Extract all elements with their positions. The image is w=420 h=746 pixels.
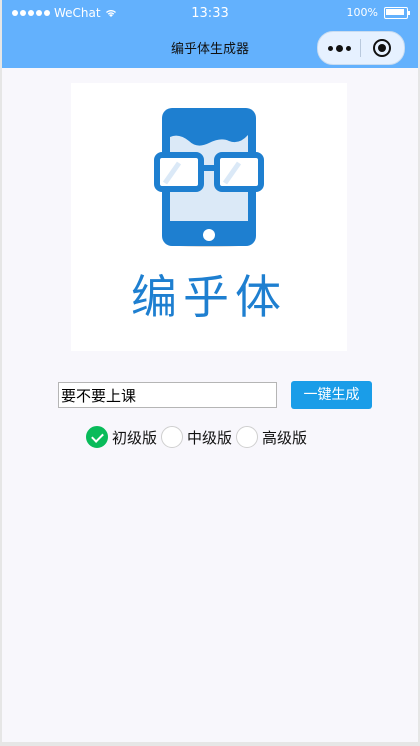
radio-intermediate[interactable]: 中级版 [161,426,232,448]
radio-icon[interactable] [161,426,184,448]
close-icon [373,39,391,57]
level-radio-group: 初级版 中级版 高级版 [86,426,311,448]
radio-label: 中级版 [187,428,233,447]
radio-icon[interactable] [236,426,259,448]
mini-program-capsule [317,31,405,65]
phone-screen: WeChat 13:33 100% 编乎体生成器 编乎体 要不要上课 一键生成 … [2,0,418,742]
status-bar: WeChat 13:33 100% [2,0,418,26]
radio-beginner[interactable]: 初级版 [86,426,157,448]
generate-button[interactable]: 一键生成 [291,381,372,409]
logo-text: 编乎体 [131,270,287,324]
battery-percent: 100% [346,6,378,19]
radio-label: 初级版 [112,428,158,447]
navigation-bar: 编乎体生成器 [2,26,418,68]
close-button[interactable] [361,32,403,64]
more-button[interactable] [318,32,360,64]
radio-label: 高级版 [262,428,308,447]
app-logo: 编乎体 [71,83,347,351]
phone-glasses-icon [154,108,264,247]
checked-radio-icon[interactable] [86,426,108,448]
text-input[interactable]: 要不要上课 [58,382,277,408]
battery-icon [384,6,410,19]
radio-advanced[interactable]: 高级版 [236,426,307,448]
